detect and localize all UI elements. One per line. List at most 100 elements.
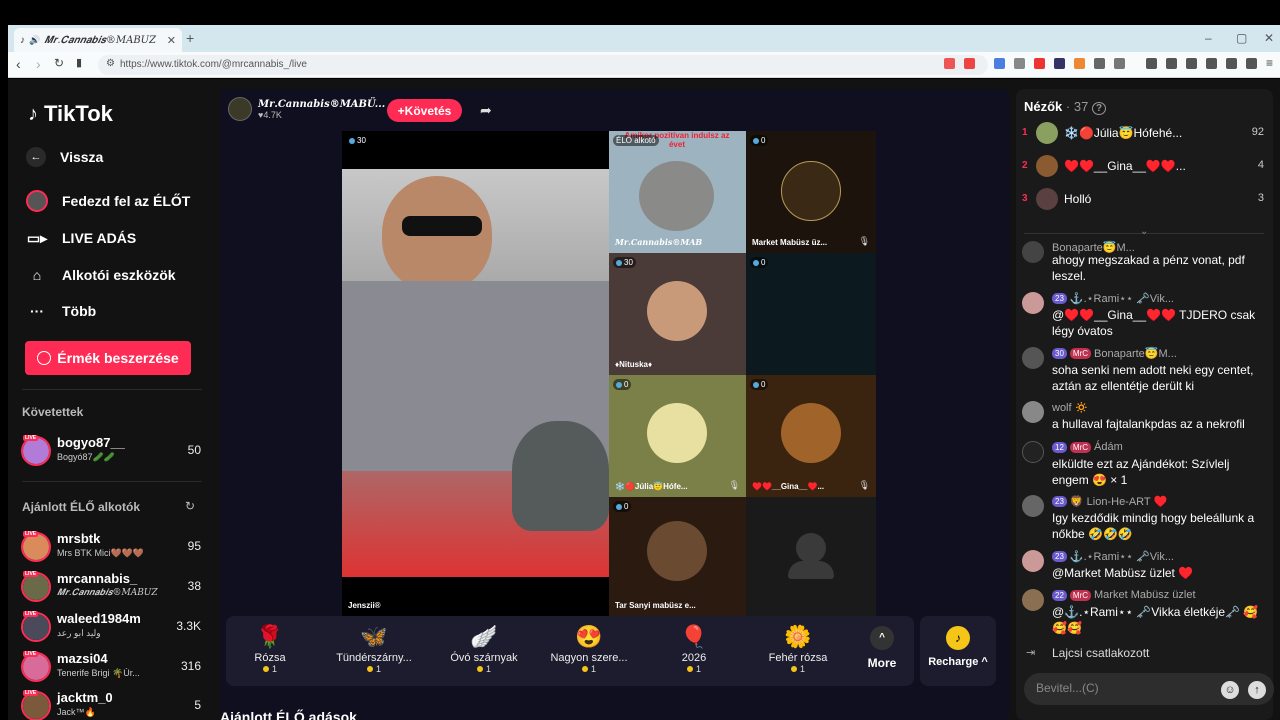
nav-creator-tools[interactable]: ⌂ Alkotói eszközök — [26, 264, 176, 286]
host-avatar[interactable] — [228, 97, 252, 121]
chat-message[interactable]: Bonaparte😇M... ahogy megszakad a pénz vo… — [1022, 241, 1262, 283]
chat-author: 12 MrC Ádám — [1052, 441, 1123, 453]
following-account[interactable]: LIVE bogyo87__ Bogyó87🥒🥒 50 — [21, 434, 201, 468]
shield-icon[interactable] — [1246, 58, 1257, 69]
chat-message[interactable]: wolf 🔅 a hullaval fajtalankpdas az a nek… — [1022, 401, 1262, 437]
chat-message[interactable]: 12 MrC Ádám elküldte ezt az Ajándékot: Szí… — [1022, 441, 1262, 487]
puzzle-icon[interactable] — [1094, 58, 1105, 69]
chat-message[interactable]: 23 ⚓.⋆Rami⋆⋆ 🗝️Vik... @♥️♥️__Gina__♥️♥️ T… — [1022, 292, 1262, 338]
download-icon[interactable] — [1146, 58, 1157, 69]
browser-tab[interactable]: ♪ 🔊 𝑴𝒓.𝑪𝒂𝒏𝒏𝒂𝒃𝒊𝒔®MABÜZ ✕ — [14, 28, 182, 52]
audio-icon[interactable]: 🔊 — [29, 35, 40, 46]
minimize-icon[interactable]: – — [1205, 31, 1212, 45]
extension-icon[interactable] — [1054, 58, 1065, 69]
gift-count-badge: 0 — [613, 501, 632, 512]
sidebar-icon[interactable] — [1186, 58, 1197, 69]
reload-icon[interactable]: ↻ — [54, 56, 64, 70]
gift-item[interactable]: 🎈 2026 1 — [644, 622, 744, 674]
bookmark-icon[interactable]: ▮ — [76, 56, 82, 69]
top-viewer-row[interactable]: 2 ♥️♥️__Gina__♥️♥️... 4 — [1022, 154, 1264, 180]
recommended-account[interactable]: LIVE mrsbtk Mrs BTK Mici🤎🤎🤎 95 — [21, 530, 201, 564]
refresh-icon[interactable]: ↻ — [185, 499, 195, 513]
gift-item[interactable]: 🌹 Rózsa 1 — [220, 622, 320, 674]
rose-icon: 🌹 — [256, 624, 284, 649]
market-logo — [781, 161, 841, 221]
muted-mic-icon: 🎙 — [858, 480, 870, 490]
recommended-account[interactable]: LIVE jacktm_0 Jack™🔥 5 — [21, 689, 201, 720]
chat-message[interactable]: 23 ⚓.⋆Rami⋆⋆ 🗝️Vik... @Market Mabüsz üzle… — [1022, 550, 1262, 582]
chat-message[interactable]: 23 🦁 Lion-He-ART ♥️ Igy kezdődik mindig h… — [1022, 495, 1262, 541]
emoji-icon[interactable]: ☺ — [1221, 681, 1239, 699]
guest-cell-empty[interactable] — [746, 497, 876, 616]
rewards-icon[interactable] — [964, 58, 975, 69]
chat-message[interactable]: 30 MrC Bonaparte😇M... soha senki nem adott… — [1022, 347, 1262, 393]
viewers-title: Nézők — [1024, 99, 1063, 114]
extension-icon[interactable] — [1074, 58, 1085, 69]
share-icon[interactable]: ➦ — [480, 102, 492, 119]
get-coins-label: Érmék beszerzése — [57, 350, 179, 366]
logo-text: TikTok — [44, 101, 113, 126]
top-viewer-row[interactable]: 3 Holló 3 — [1022, 187, 1264, 213]
vpn-icon[interactable] — [1226, 58, 1237, 69]
gift-item[interactable]: 🌼 Fehér rózsa 1 — [748, 622, 848, 674]
maximize-icon[interactable]: ▢ — [1236, 31, 1247, 45]
send-icon[interactable]: ↑ — [1248, 681, 1266, 699]
new-tab-icon[interactable]: + — [186, 30, 194, 46]
chat-author: wolf 🔅 — [1052, 402, 1089, 414]
guest-cell[interactable]: 0 ♥️♥️__Gina__♥️... 🎙 — [746, 375, 876, 497]
follow-button[interactable]: +Követés — [387, 99, 462, 122]
balloon-2026-icon: 🎈 — [680, 624, 708, 649]
gift-item[interactable]: 🪽 Óvó szárnyak 1 — [434, 622, 534, 674]
back-link[interactable]: ← Vissza — [26, 147, 103, 167]
gift-name: Tündérszárny... — [336, 652, 412, 664]
guest-name: Jenszii® — [348, 601, 381, 610]
address-bar[interactable]: ⚙ https://www.tiktok.com/@mrcannabis_/li… — [98, 55, 988, 75]
get-coins-button[interactable]: Érmék beszerzése — [25, 341, 191, 375]
recharge-button[interactable]: ♪ Recharge ^ — [920, 616, 996, 686]
live-badge: LIVE — [23, 531, 39, 537]
menu-icon[interactable]: ≡ — [1266, 56, 1273, 70]
tiktok-note-icon: ♪ — [28, 102, 38, 125]
guest-cell[interactable]: 0 Tar Sanyi mabüsz e... — [609, 497, 746, 616]
guest-cell[interactable]: 0 ❄️🔴Júlia😇Hófe... 🎙 — [609, 375, 746, 497]
tiktok-logo[interactable]: ♪ TikTok — [28, 101, 113, 127]
host-info[interactable]: 𝑴𝒓.𝑪𝒂𝒏𝒏𝒂𝒃𝒊𝒔®MABÜ... ♥4.7K — [228, 97, 385, 121]
extension-icon[interactable] — [1114, 58, 1125, 69]
viewers-count: · 37 — [1065, 99, 1089, 114]
guest-cell[interactable]: 0 Market Mabüsz üz... 🎙 — [746, 131, 876, 253]
forward-icon[interactable]: › — [36, 56, 41, 72]
gift-bar: 🌹 Rózsa 1 🦋 Tündérszárny... 1 🪽 Óvó szár… — [226, 616, 914, 686]
wallet-icon[interactable] — [1206, 58, 1217, 69]
guest-cell[interactable]: 0 — [746, 253, 876, 375]
back-icon[interactable]: ‹ — [16, 56, 21, 72]
gift-item[interactable]: 🦋 Tündérszárny... 1 — [324, 622, 424, 674]
nav-more[interactable]: ··· Több — [26, 300, 96, 322]
recommended-account[interactable]: LIVE mrcannabis_ 𝑴𝒓.𝑪𝒂𝒏𝒏𝒂𝒃𝒊𝒔®MABÜZ 38 — [21, 570, 201, 604]
gift-item[interactable]: 😍 Nagyon szere... 1 — [539, 622, 639, 674]
recommended-account[interactable]: LIVE mazsi04 Tenerife Brigi 🌴Úr... 316 — [21, 650, 201, 684]
brave-shield-icon[interactable] — [944, 58, 955, 69]
info-icon[interactable]: ? — [1091, 102, 1107, 115]
hls-icon[interactable] — [1034, 58, 1045, 69]
close-window-icon[interactable]: ✕ — [1264, 31, 1274, 45]
extension-icon[interactable] — [1014, 58, 1025, 69]
account-name: mazsi04 — [57, 651, 108, 666]
guest-cell-main[interactable]: 30 Jenszii® — [342, 131, 609, 616]
chevron-down-icon[interactable]: ⌄ — [1140, 226, 1148, 237]
top-viewer-row[interactable]: 1 ❄️🔴Júlia😇Hófehé... 92 — [1022, 121, 1264, 147]
gift-name: Rózsa — [254, 652, 286, 664]
nav-live-studio[interactable]: ▭▸ LIVE ADÁS — [26, 227, 136, 249]
gift-price: 1 — [324, 664, 424, 674]
site-info-icon[interactable]: ⚙ — [106, 58, 115, 69]
close-tab-icon[interactable]: ✕ — [167, 34, 176, 47]
more-gifts-button[interactable]: ^ More — [862, 626, 902, 670]
nav-explore-live[interactable]: Fedezd fel az ÉLŐT — [26, 190, 190, 212]
guest-cell[interactable]: 30 ♦Nituska♦ — [609, 253, 746, 375]
recommended-account[interactable]: LIVE waleed1984m وليد ابو رعد 3.3K — [21, 610, 201, 644]
translate-icon[interactable] — [994, 58, 1005, 69]
chat-message[interactable]: 22 MrC Market Mabüsz üzlet @⚓.⋆Rami⋆⋆ 🗝️Vi… — [1022, 589, 1262, 635]
media-icon[interactable] — [1166, 58, 1177, 69]
guest-cell[interactable]: Amikor pozitívan indulsz az évet ÉLŐ alk… — [609, 131, 746, 253]
guest-avatar — [647, 403, 707, 463]
account-nickname: Mrs BTK Mici🤎🤎🤎 — [57, 548, 145, 558]
